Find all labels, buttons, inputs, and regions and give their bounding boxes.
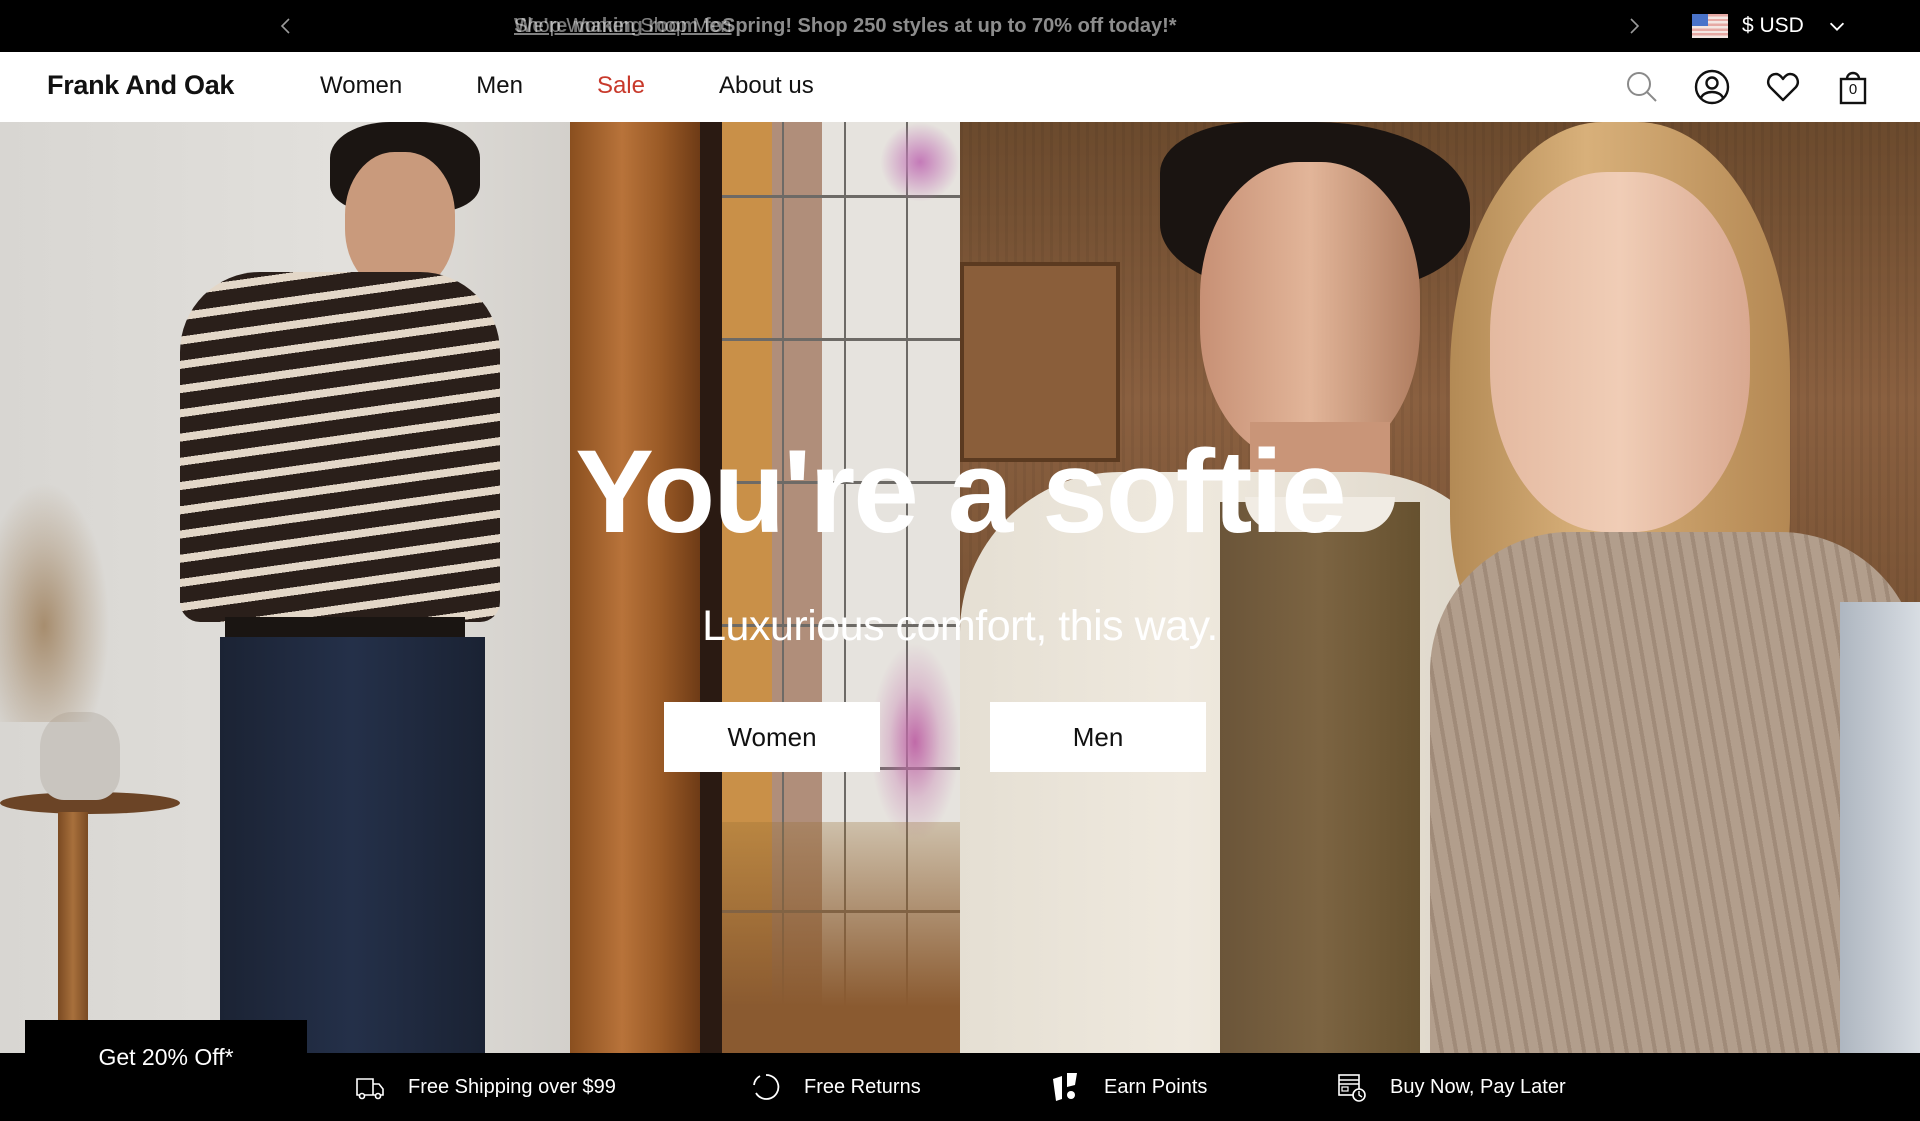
hero-image-left (0, 122, 960, 1053)
card-clock-icon (1338, 1074, 1366, 1102)
announcement-message-incoming: Spring! Shop 250 styles at up to 70% off… (722, 15, 1177, 37)
us-flag-icon (1692, 14, 1728, 38)
shop-women-button[interactable]: Women (664, 702, 880, 772)
benefit-free-returns[interactable]: Free Returns (750, 1053, 921, 1121)
points-icon (1053, 1073, 1077, 1101)
hero-image-right (960, 122, 1920, 1053)
chevron-down-icon (1829, 22, 1844, 31)
benefit-buy-now-pay-later[interactable]: Buy Now, Pay Later (1336, 1053, 1566, 1121)
announcement-prev-button[interactable] (274, 14, 298, 38)
logo[interactable]: Frank And Oak (47, 70, 234, 101)
shop-men-button[interactable]: Men (990, 702, 1206, 772)
benefit-label: Buy Now, Pay Later (1390, 1075, 1566, 1098)
nav-link-women[interactable]: Women (320, 72, 402, 100)
currency-label: $ USD (1742, 14, 1804, 37)
shop-men-link[interactable]: Shop Men (640, 15, 731, 37)
account-button[interactable] (1694, 69, 1730, 105)
main-nav: Frank And Oak Women Men Sale About us 0 (0, 52, 1920, 122)
nav-link-about[interactable]: About us (719, 72, 814, 100)
search-icon (1627, 72, 1657, 102)
benefit-label: Free Returns (804, 1075, 921, 1098)
returns-icon (753, 1074, 780, 1100)
announcement-next-button[interactable] (1622, 14, 1646, 38)
account-icon (1694, 69, 1730, 105)
hero-subheadline: Luxurious comfort, this way. (702, 602, 1218, 650)
hero-banner: You're a softie Luxurious comfort, this … (0, 122, 1920, 1053)
cart-count: 0 (1848, 81, 1858, 98)
announcement-message: We're making room for New Arrivals. Shop… (514, 14, 1514, 40)
discount-promo-tab[interactable]: Get 20% Off* (25, 1020, 307, 1121)
nav-links: Women Men Sale About us (320, 72, 814, 100)
cart-button[interactable]: 0 (1835, 69, 1871, 105)
currency-selector[interactable]: $ USD (1692, 12, 1848, 40)
truck-icon (356, 1078, 384, 1100)
hero-headline: You're a softie (575, 426, 1347, 558)
benefit-label: Free Shipping over $99 (408, 1075, 616, 1098)
heart-icon (1767, 72, 1799, 102)
nav-link-sale[interactable]: Sale (597, 72, 645, 100)
benefit-free-shipping[interactable]: Free Shipping over $99 (354, 1053, 616, 1121)
announcement-bar: We're making room for New Arrivals. Shop… (0, 0, 1920, 52)
announcement-links: Shop Women Shop Men (514, 14, 732, 38)
shop-women-link[interactable]: Shop Women (514, 15, 635, 37)
benefit-label: Earn Points (1104, 1075, 1208, 1098)
nav-link-men[interactable]: Men (476, 72, 523, 100)
chevron-right-icon (1630, 18, 1640, 34)
benefit-earn-points[interactable]: Earn Points (1050, 1053, 1207, 1121)
chevron-left-icon (280, 18, 290, 34)
wishlist-button[interactable] (1765, 69, 1801, 105)
search-button[interactable] (1624, 69, 1660, 105)
